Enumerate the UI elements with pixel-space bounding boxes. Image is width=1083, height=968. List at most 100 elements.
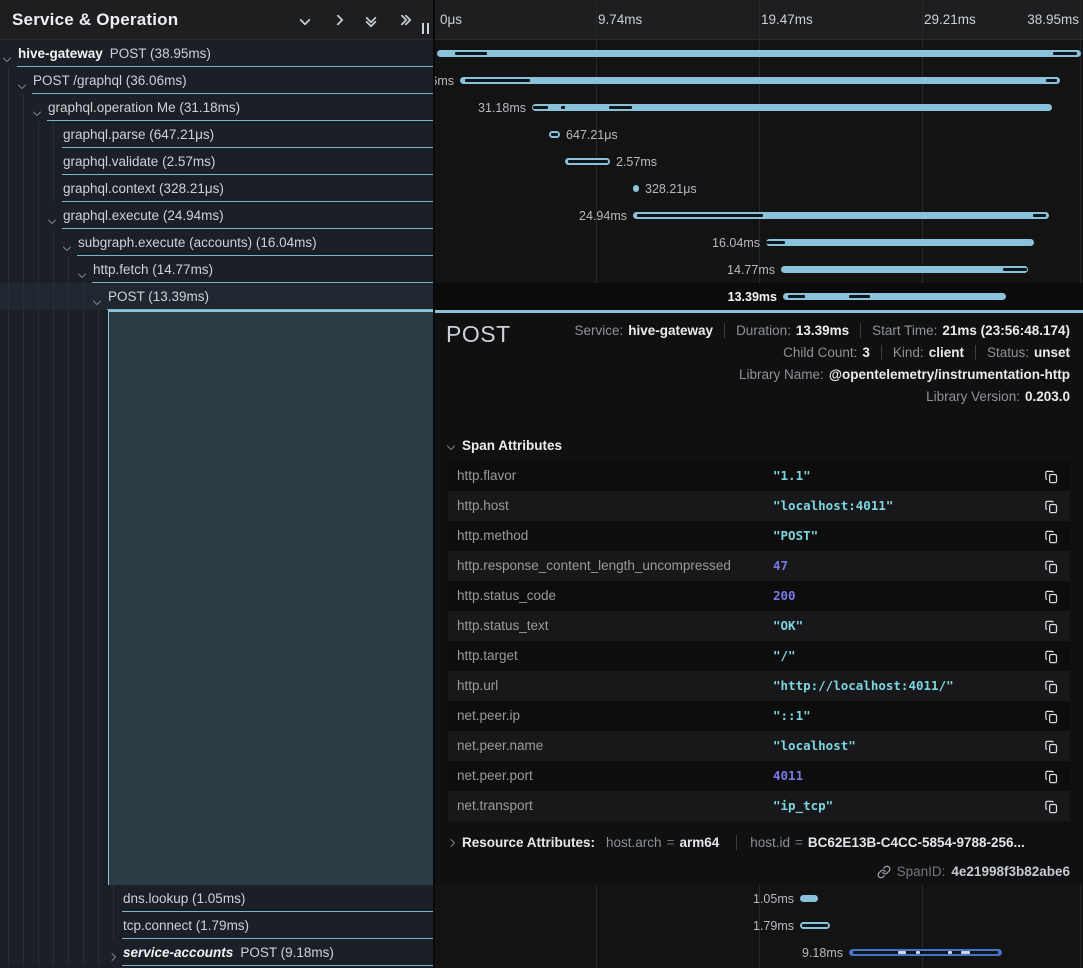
span-bar[interactable]: [633, 185, 639, 192]
indent-guide: [23, 121, 24, 148]
span-tree-row[interactable]: graphql.operation Me (31.18ms): [0, 94, 434, 121]
span-bar[interactable]: [800, 895, 818, 902]
indent-guide: [53, 310, 54, 885]
drag-handle-icon[interactable]: [422, 23, 429, 34]
span-bar[interactable]: [781, 266, 1028, 273]
span-tree-row[interactable]: graphql.parse (647.21μs): [0, 121, 434, 148]
copy-icon[interactable]: [1043, 588, 1060, 605]
copy-icon[interactable]: [1043, 498, 1060, 515]
timeline-row[interactable]: 14.77ms: [435, 256, 1083, 283]
timeline-row[interactable]: 328.21μs: [435, 175, 1083, 202]
timeline-row[interactable]: 13.39ms: [435, 283, 1083, 310]
chevron-down-icon[interactable]: [19, 75, 33, 89]
indent-guide: [53, 885, 54, 912]
span-attributes-header[interactable]: Span Attributes: [448, 438, 562, 453]
equals-sign: =: [795, 835, 803, 850]
span-bar[interactable]: [849, 949, 1002, 956]
copy-icon[interactable]: [1043, 708, 1060, 725]
span-tree-row[interactable]: graphql.validate (2.57ms): [0, 148, 434, 175]
log-marker: [948, 951, 952, 954]
link-icon[interactable]: [877, 865, 891, 879]
timeline-row[interactable]: 36.06ms: [435, 67, 1083, 94]
service-name: service-accounts: [123, 945, 233, 960]
indent-guide: [38, 148, 39, 175]
operation-name: graphql.parse (647.21μs): [63, 127, 214, 142]
copy-icon[interactable]: [1043, 528, 1060, 545]
chevron-down-icon[interactable]: [49, 210, 63, 224]
tree-header-icons: [297, 12, 434, 28]
selected-span-detail-spacer: [108, 310, 434, 885]
resource-attributes-row[interactable]: Resource Attributes:host.arch=arm64host.…: [448, 835, 1025, 850]
resource-attribute-key: host.arch: [606, 835, 662, 850]
span-label: graphql.validate (2.57ms): [63, 154, 430, 169]
timeline-row[interactable]: 31.18ms: [435, 94, 1083, 121]
timeline-row[interactable]: 16.04ms: [435, 229, 1083, 256]
trace-timeline-view: Service & Operation hive-gatewayPOST (38…: [0, 0, 1083, 968]
span-bar[interactable]: [549, 131, 560, 138]
duration-label: 647.21μs: [566, 128, 618, 142]
chevron-down-icon[interactable]: [79, 264, 93, 278]
collapse-all-icon[interactable]: [363, 12, 379, 28]
timeline-row[interactable]: 1.05ms: [435, 885, 1083, 912]
attribute-row: net.peer.ip"::1": [448, 701, 1070, 731]
timeline-row[interactable]: 24.94ms: [435, 202, 1083, 229]
copy-icon[interactable]: [1043, 558, 1060, 575]
timeline-row[interactable]: 38.95ms: [435, 40, 1083, 67]
span-bar[interactable]: [460, 77, 1060, 84]
detail-meta-item: Child Count:3: [783, 345, 870, 360]
chevron-down-icon[interactable]: [64, 237, 78, 251]
indent-guide: [38, 310, 39, 885]
span-bar[interactable]: [633, 212, 1049, 219]
copy-icon[interactable]: [1043, 648, 1060, 665]
chevron-down-icon[interactable]: [4, 48, 18, 62]
span-tree-row[interactable]: graphql.execute (24.94ms): [0, 202, 434, 229]
indent-guide: [23, 202, 24, 229]
span-tree-row[interactable]: tcp.connect (1.79ms): [0, 912, 434, 939]
timeline-row[interactable]: 9.18ms: [435, 939, 1083, 966]
expand-all-icon[interactable]: [396, 12, 412, 28]
column-resize-divider[interactable]: [433, 0, 435, 968]
span-tree-row[interactable]: dns.lookup (1.05ms): [0, 885, 434, 912]
span-bar[interactable]: [766, 239, 1034, 246]
indent-guide: [8, 229, 9, 256]
copy-icon[interactable]: [1043, 798, 1060, 815]
span-bar[interactable]: [532, 104, 1052, 111]
span-tree-row[interactable]: hive-gatewayPOST (38.95ms): [0, 40, 434, 67]
span-tree-row[interactable]: POST /graphql (36.06ms): [0, 67, 434, 94]
attribute-value: "localhost": [773, 731, 856, 761]
resource-attribute-value: BC62E13B-C4CC-5854-9788-256...: [808, 835, 1025, 850]
detail-meta-item: Duration:13.39ms: [724, 323, 849, 338]
chevron-right-icon[interactable]: [109, 947, 123, 961]
span-tree-row[interactable]: subgraph.execute (accounts) (16.04ms): [0, 229, 434, 256]
timeline-row[interactable]: 647.21μs: [435, 121, 1083, 148]
indent-guide: [53, 939, 54, 966]
span-bar[interactable]: [783, 293, 1006, 300]
detail-meta-item: Library Version:0.203.0: [926, 389, 1070, 404]
span-bar[interactable]: [800, 922, 830, 929]
span-label: hive-gatewayPOST (38.95ms): [18, 46, 430, 61]
expand-one-icon[interactable]: [330, 12, 346, 28]
chevron-down-icon[interactable]: [34, 102, 48, 116]
attribute-key: http.method: [457, 521, 528, 551]
span-tree-row[interactable]: service-accountsPOST (9.18ms): [0, 939, 434, 966]
timeline-row[interactable]: 2.57ms: [435, 148, 1083, 175]
attribute-key: http.host: [457, 491, 509, 521]
span-tree-row[interactable]: graphql.context (328.21μs): [0, 175, 434, 202]
copy-icon[interactable]: [1043, 678, 1060, 695]
span-bar[interactable]: [565, 158, 610, 165]
copy-icon[interactable]: [1043, 468, 1060, 485]
indent-guide: [68, 283, 69, 310]
span-id-value: 4e21998f3b82abe6: [951, 864, 1070, 879]
copy-icon[interactable]: [1043, 768, 1060, 785]
span-tree-row[interactable]: http.fetch (14.77ms): [0, 256, 434, 283]
span-bar[interactable]: [437, 50, 1081, 57]
attribute-row: http.host"localhost:4011": [448, 491, 1070, 521]
copy-icon[interactable]: [1043, 738, 1060, 755]
duration-label: 1.05ms: [753, 892, 794, 906]
timeline-row[interactable]: 1.79ms: [435, 912, 1083, 939]
span-tree-row[interactable]: POST (13.39ms): [0, 283, 434, 310]
meta-label: Duration:: [736, 323, 791, 338]
copy-icon[interactable]: [1043, 618, 1060, 635]
collapse-one-icon[interactable]: [297, 12, 313, 28]
chevron-down-icon[interactable]: [94, 291, 108, 305]
